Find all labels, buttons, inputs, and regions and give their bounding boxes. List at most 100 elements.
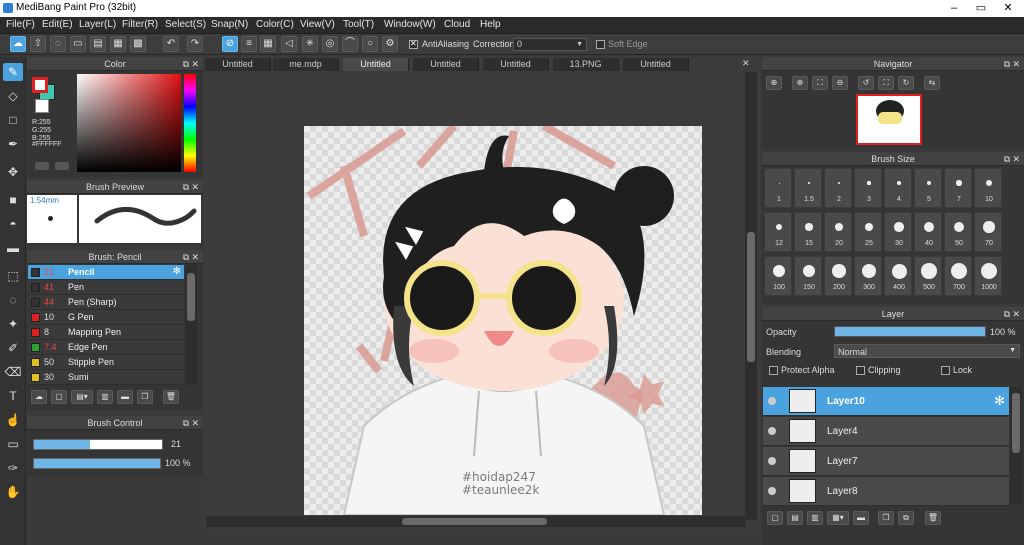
brush-size-option[interactable]: 400 [884, 256, 912, 296]
brush-copy-icon[interactable]: ❐ [137, 390, 153, 404]
brush-size-option[interactable]: 15 [794, 212, 822, 252]
brush-item-pen[interactable]: 41 Pen [28, 280, 184, 295]
popout-icon[interactable]: ⧉ [183, 416, 189, 430]
cloud-icon[interactable]: ☁ [10, 36, 26, 52]
menu-snap[interactable]: Snap(N) [211, 19, 248, 30]
visibility-icon[interactable] [768, 457, 776, 465]
brush-size-option[interactable]: 5 [914, 168, 942, 208]
hue-slider[interactable] [184, 74, 196, 172]
brush-size-slider[interactable] [33, 439, 163, 450]
brush-size-option[interactable]: 700 [944, 256, 972, 296]
text-tool-icon[interactable]: T [3, 387, 23, 405]
brush-tool-icon[interactable]: ✎ [3, 63, 23, 81]
layer-menu-icon[interactable]: ▦▾ [827, 511, 849, 525]
brush-size-option[interactable]: 500 [914, 256, 942, 296]
menu-select[interactable]: Select(S) [165, 19, 206, 30]
circle-snap-icon[interactable]: ○ [362, 36, 378, 52]
parallel-snap-icon[interactable]: ≡ [241, 36, 257, 52]
comment-icon[interactable]: ◌ [50, 36, 66, 52]
layer-folder-icon[interactable]: ▬ [853, 511, 869, 525]
brush-item-mapping-pen[interactable]: 8 Mapping Pen [28, 325, 184, 340]
move-tool-icon[interactable]: ✥ [3, 163, 23, 181]
rotate-left-icon[interactable]: ↺ [858, 76, 874, 90]
brush-size-option[interactable]: 1.5 [794, 168, 822, 208]
brush-item-sumi[interactable]: 30 Sumi [28, 370, 184, 385]
tab-13-png[interactable]: 13.PNG [553, 58, 619, 71]
layer-item-layer7[interactable]: Layer7 [763, 447, 1009, 476]
radial-snap-icon[interactable]: ✳ [302, 36, 318, 52]
eyedropper-tool-icon[interactable]: ✑ [3, 459, 23, 477]
foreground-color-swatch-front[interactable] [32, 77, 48, 93]
layer-opacity-slider[interactable] [834, 326, 986, 337]
brush-size-option[interactable]: 2 [824, 168, 852, 208]
brush-opacity-slider[interactable] [33, 458, 161, 469]
duplicate-layer-icon[interactable]: ❐ [878, 511, 894, 525]
curve-snap-icon[interactable]: ⌒ [342, 36, 358, 52]
tab-me-mdp[interactable]: me.mdp [273, 58, 339, 71]
new-brush-icon[interactable]: ▢ [51, 390, 67, 404]
brush-size-option[interactable]: 10 [974, 168, 1002, 208]
saturation-value-picker[interactable] [77, 74, 181, 172]
brush-size-option[interactable]: 300 [854, 256, 882, 296]
brush-size-option[interactable]: 30 [884, 212, 912, 252]
select-pen-tool-icon[interactable]: ✐ [3, 339, 23, 357]
menu-color[interactable]: Color(C) [256, 19, 294, 30]
menu-layer[interactable]: Layer(L) [79, 19, 116, 30]
gear-icon[interactable]: ✻ [173, 266, 181, 277]
shape-tool-icon[interactable]: ■ [3, 191, 23, 209]
brush-size-option[interactable]: 12 [764, 212, 792, 252]
visibility-icon[interactable] [768, 397, 776, 405]
select-rect-tool-icon[interactable]: ⬚ [3, 267, 23, 285]
document-icon[interactable]: ▤ [90, 36, 106, 52]
brush-size-option[interactable]: 150 [794, 256, 822, 296]
divide-tool-icon[interactable]: ▭ [3, 435, 23, 453]
menu-edit[interactable]: Edit(E) [42, 19, 73, 30]
blending-select[interactable]: Normal ▼ [834, 344, 1020, 358]
menu-window[interactable]: Window(W) [384, 19, 436, 30]
fit-view-icon[interactable]: ⛶ [812, 76, 828, 90]
delete-layer-icon[interactable]: 🗑 [925, 511, 941, 525]
brush-size-option[interactable]: 1 [764, 168, 792, 208]
menu-tool[interactable]: Tool(T) [343, 19, 374, 30]
grid-snap-icon[interactable]: ▦ [260, 36, 276, 52]
pen-tool-icon[interactable]: ✒ [3, 135, 23, 153]
close-tab-icon[interactable]: ✕ [742, 58, 752, 70]
brush-size-option[interactable]: 3 [854, 168, 882, 208]
color-button-1[interactable] [35, 162, 49, 170]
popout-icon[interactable]: ⧉ [1004, 307, 1010, 321]
close-button[interactable]: ✕ [994, 0, 1022, 17]
new-8bit-layer-icon[interactable]: ▥ [807, 511, 823, 525]
navigator-thumbnail[interactable] [856, 94, 922, 145]
select-eraser-tool-icon[interactable]: ⌫ [3, 363, 23, 381]
popout-icon[interactable]: ⧉ [1004, 152, 1010, 166]
brush-menu-icon[interactable]: ▤▾ [71, 390, 93, 404]
correction-select[interactable]: 0 ▼ [513, 38, 587, 51]
close-icon[interactable]: ✕ [191, 180, 199, 194]
dot-tool-icon[interactable]: □ [3, 111, 23, 129]
color-button-2[interactable] [55, 162, 69, 170]
visibility-icon[interactable] [768, 427, 776, 435]
chat-icon[interactable]: ▭ [70, 36, 86, 52]
brush-size-option[interactable]: 70 [974, 212, 1002, 252]
brush-item-stipple-pen[interactable]: 50 Stipple Pen [28, 355, 184, 370]
brush-size-option[interactable]: 25 [854, 212, 882, 252]
lock-checkbox[interactable] [941, 366, 950, 375]
flip-icon[interactable]: ⇆ [924, 76, 940, 90]
close-icon[interactable]: ✕ [191, 416, 199, 430]
add-brush-icon[interactable]: ☁ [31, 390, 47, 404]
gradient-tool-icon[interactable]: ▬ [3, 239, 23, 257]
canvas-hscroll-thumb[interactable] [402, 518, 547, 525]
tab-untitled-5[interactable]: Untitled [623, 58, 689, 71]
settings-snap-icon[interactable]: ⚙ [382, 36, 398, 52]
lasso-tool-icon[interactable]: ◌ [3, 291, 23, 309]
protect-alpha-checkbox[interactable] [769, 366, 778, 375]
new-halftone-layer-icon[interactable]: ▤ [787, 511, 803, 525]
hand-tool-icon[interactable]: ✋ [3, 483, 23, 501]
popout-icon[interactable]: ⧉ [183, 57, 189, 71]
operation-tool-icon[interactable]: ☝ [3, 411, 23, 429]
brush-size-option[interactable]: 4 [884, 168, 912, 208]
upload-icon[interactable]: ⇧ [30, 36, 46, 52]
menu-filter[interactable]: Filter(R) [122, 19, 158, 30]
minimize-button[interactable]: – [940, 0, 968, 17]
layer-item-layer4[interactable]: Layer4 [763, 417, 1009, 446]
